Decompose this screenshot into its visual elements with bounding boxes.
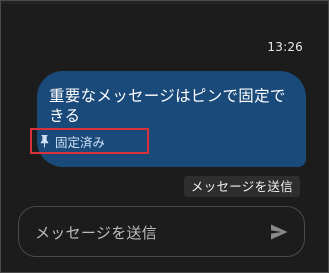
message-timestamp: 13:26 xyxy=(267,40,303,54)
message-text: 重要なメッセージはピンで固定できる xyxy=(49,87,286,125)
message-composer[interactable] xyxy=(18,206,305,258)
message-list: 13:26 重要なメッセージはピンで固定できる 固定済み メッセージを送信 xyxy=(1,1,328,201)
message-input[interactable] xyxy=(33,207,257,258)
pinned-badge[interactable]: 固定済み xyxy=(30,128,149,154)
send-tooltip: メッセージを送信 xyxy=(183,176,300,197)
chat-window: 13:26 重要なメッセージはピンで固定できる 固定済み メッセージを送信 xyxy=(0,0,329,273)
pinned-label: 固定済み xyxy=(55,134,106,150)
top-scroll-track xyxy=(1,1,328,4)
pin-icon xyxy=(40,135,49,148)
send-icon[interactable] xyxy=(268,221,290,243)
